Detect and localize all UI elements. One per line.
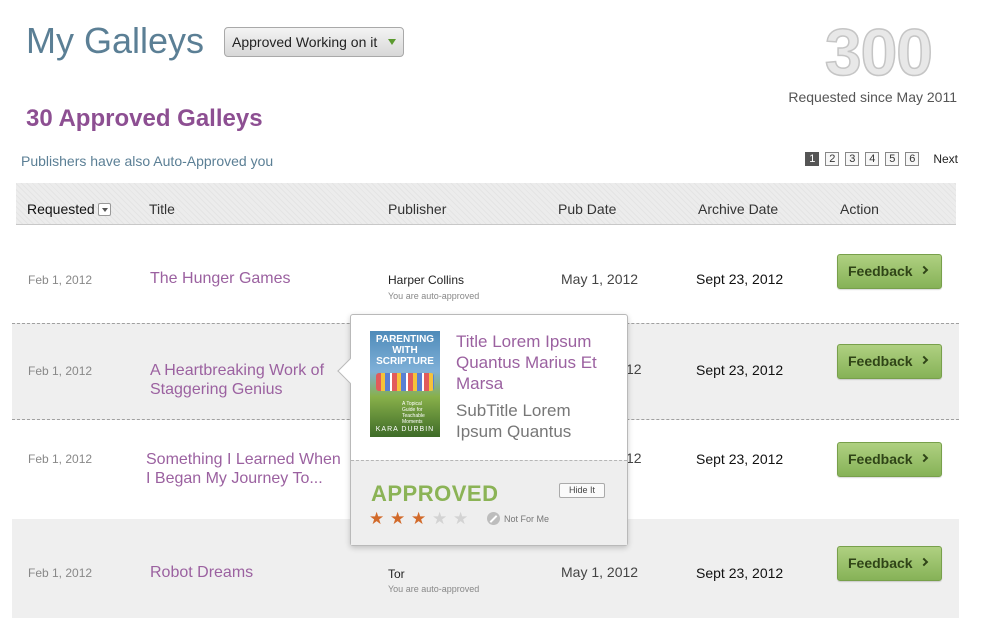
feedback-button-label: Feedback [848, 353, 913, 369]
galley-title-link[interactable]: Robot Dreams [150, 563, 340, 582]
page-5-button[interactable]: 5 [885, 152, 900, 166]
column-publisher-header: Publisher [388, 201, 447, 217]
popover-subtitle: SubTitle Lorem Ipsum Quantus [456, 401, 572, 441]
pub-date: May 1, 2012 [561, 271, 639, 287]
pub-date: 12 [626, 361, 642, 377]
requested-date: Feb 1, 2012 [28, 566, 93, 580]
chevron-right-icon [919, 355, 929, 365]
popover-title: Title Lorem Ipsum Quantus Marius Et Mars… [456, 332, 597, 393]
page-1-button[interactable]: 1 [805, 152, 820, 166]
column-archive-date-header: Archive Date [698, 201, 779, 217]
section-title: 30 Approved Galleys [26, 105, 263, 132]
pub-date: May 1, 2012 [561, 564, 639, 580]
not-for-me-icon [487, 512, 500, 525]
requested-count: 300 [824, 14, 934, 90]
star-icon[interactable]: ★ [411, 510, 432, 528]
column-pub-date-header: Pub Date [558, 201, 617, 217]
chevron-right-icon [919, 265, 929, 275]
page-3-button[interactable]: 3 [845, 152, 860, 166]
galley-filter-select[interactable]: Approved Working on it [224, 27, 405, 57]
star-icon[interactable]: ★ [390, 510, 411, 528]
next-page-link[interactable]: Next [933, 152, 958, 166]
feedback-button-label: Feedback [848, 263, 913, 279]
page-6-button[interactable]: 6 [905, 152, 920, 166]
chevron-right-icon [919, 557, 929, 567]
feedback-button[interactable]: Feedback [837, 546, 942, 581]
star-icon[interactable]: ★ [369, 510, 390, 528]
table-header: Requested Title Publisher Pub Date Archi… [16, 183, 956, 225]
cover-title: PARENTING WITH SCRIPTURE [375, 334, 435, 367]
feedback-button[interactable]: Feedback [837, 442, 942, 477]
star-rating[interactable]: ★ ★ ★ ★ ★ [369, 510, 474, 528]
archive-date: Sept 23, 2012 [696, 271, 784, 287]
pub-date: 12 [626, 450, 642, 466]
popover-footer: APPROVED Hide It ★ ★ ★ ★ ★ Not For Me [351, 460, 627, 545]
book-cover-image: PARENTING WITH SCRIPTURE A Topical Guide… [370, 331, 440, 437]
chevron-right-icon [919, 453, 929, 463]
galley-title-link[interactable]: The Hunger Games [150, 269, 350, 288]
feedback-button[interactable]: Feedback [837, 344, 942, 379]
archive-date: Sept 23, 2012 [696, 565, 784, 581]
cover-subtitle: A Topical Guide for Teachable Moments [402, 401, 425, 425]
table-row: Feb 1, 2012 The Hunger Games Harper Coll… [12, 226, 959, 323]
requested-date: Feb 1, 2012 [28, 364, 93, 378]
galley-title-link[interactable]: Something I Learned When I Began My Jour… [146, 450, 348, 488]
star-icon[interactable]: ★ [432, 510, 453, 528]
feedback-button-label: Feedback [848, 555, 913, 571]
column-requested-header[interactable]: Requested [27, 201, 111, 217]
requested-count-label: Requested since May 2011 [788, 89, 957, 105]
archive-date: Sept 23, 2012 [696, 451, 784, 467]
requested-date: Feb 1, 2012 [28, 273, 93, 287]
requested-date: Feb 1, 2012 [28, 452, 93, 466]
chevron-down-icon [388, 39, 397, 45]
not-for-me-label: Not For Me [504, 514, 550, 524]
hide-it-button[interactable]: Hide It [559, 483, 605, 498]
feedback-button-label: Feedback [848, 451, 913, 467]
publisher-name: Harper Collins [388, 273, 465, 287]
approval-status: APPROVED [371, 481, 499, 506]
column-title-header: Title [149, 201, 175, 217]
page-2-button[interactable]: 2 [825, 152, 840, 166]
column-requested-label: Requested [27, 201, 95, 217]
feedback-button[interactable]: Feedback [837, 254, 942, 289]
galley-detail-popover: PARENTING WITH SCRIPTURE A Topical Guide… [337, 314, 628, 546]
auto-approved-note: You are auto-approved [388, 291, 480, 301]
cover-author: KARA DURBIN [375, 426, 435, 433]
publisher-name: Tor [388, 567, 405, 581]
sort-dropdown-icon[interactable] [97, 203, 111, 216]
column-action-header: Action [840, 201, 879, 217]
auto-approved-note: You are auto-approved [388, 584, 480, 594]
cover-illustration [376, 373, 434, 391]
star-icon[interactable]: ★ [453, 510, 474, 528]
filter-selected-value: Approved Working on it [232, 34, 378, 50]
page-4-button[interactable]: 4 [865, 152, 880, 166]
not-for-me-button[interactable]: Not For Me [487, 512, 549, 525]
page-title: My Galleys [26, 20, 205, 61]
pagination: 1 2 3 4 5 6 Next [799, 152, 958, 166]
galley-title-link[interactable]: A Heartbreaking Work of Staggering Geniu… [150, 361, 335, 399]
archive-date: Sept 23, 2012 [696, 362, 784, 378]
auto-approved-link[interactable]: Publishers have also Auto-Approved you [21, 153, 273, 169]
